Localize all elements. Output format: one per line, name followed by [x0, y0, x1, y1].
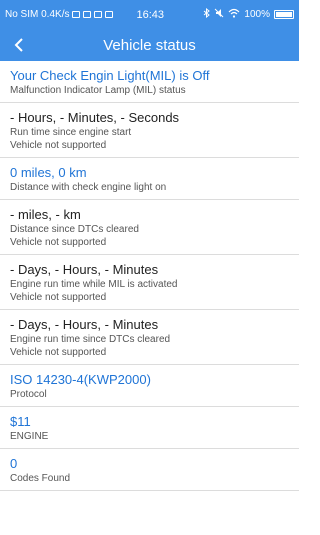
clock: 16:43: [136, 8, 164, 21]
status-description: Protocol: [10, 389, 47, 400]
status-row: 0 Codes Found: [0, 449, 299, 491]
status-description: ENGINE: [10, 431, 49, 442]
app-bar: Vehicle status: [0, 29, 299, 61]
status-description: Distance since DTCs cleared: [10, 224, 139, 235]
status-bar: No SIM 0.4K/s 16:43 100%: [0, 0, 299, 29]
mute-icon: [214, 8, 224, 21]
bluetooth-icon: [203, 7, 211, 21]
notification-icon: [83, 11, 92, 18]
status-description: Engine run time since DTCs cleared: [10, 334, 171, 345]
vehicle-status-list: Your Check Engin Light(MIL) is Off Malfun…: [0, 61, 299, 491]
status-description: Vehicle not supported: [10, 347, 107, 358]
status-value: - Hours, - Minutes, - Seconds: [10, 110, 180, 125]
status-description: Run time since engine start: [10, 127, 132, 138]
wifi-icon: [228, 8, 240, 21]
status-row: - miles, - km Distance since DTCs cleared…: [0, 200, 299, 255]
status-row: 0 miles, 0 km Distance with check engine …: [0, 158, 299, 200]
notification-icon: [72, 11, 81, 18]
status-row: - Hours, - Minutes, - Seconds Run time si…: [0, 103, 299, 158]
status-row: $11 ENGINE: [0, 407, 299, 449]
status-value: Your Check Engin Light(MIL) is Off: [10, 68, 210, 83]
status-description: Vehicle not supported: [10, 237, 107, 248]
status-description: Distance with check engine light on: [10, 182, 167, 193]
status-value: $11: [10, 414, 31, 429]
carrier-text: No SIM 0.4K/s: [5, 9, 70, 20]
status-description: Codes Found: [10, 473, 71, 484]
status-bar-right: 100%: [203, 7, 294, 21]
status-value: - miles, - km: [10, 207, 81, 222]
status-value: - Days, - Hours, - Minutes: [10, 317, 159, 332]
status-value: ISO 14230-4(KWP2000): [10, 372, 151, 387]
battery-percent: 100%: [244, 9, 270, 20]
status-description: Engine run time while MIL is activated: [10, 279, 178, 290]
chevron-left-icon: [14, 38, 23, 52]
status-row: ISO 14230-4(KWP2000) Protocol: [0, 365, 299, 407]
app-notification-icon: [105, 11, 114, 18]
battery-icon: [274, 10, 294, 19]
status-row: - Days, - Hours, - Minutes Engine run tim…: [0, 310, 299, 365]
status-row: - Days, - Hours, - Minutes Engine run tim…: [0, 255, 299, 310]
status-value: - Days, - Hours, - Minutes: [10, 262, 159, 277]
status-description: Vehicle not supported: [10, 292, 107, 303]
status-value: 0: [10, 456, 18, 471]
status-description: Vehicle not supported: [10, 140, 107, 151]
page-title: Vehicle status: [103, 36, 196, 54]
status-bar-left: No SIM 0.4K/s 16:43: [5, 9, 164, 21]
status-description: Malfunction Indicator Lamp (MIL) status: [10, 85, 186, 96]
usb-icon: [94, 11, 103, 18]
back-button[interactable]: [8, 34, 30, 56]
status-value: 0 miles, 0 km: [10, 165, 87, 180]
status-row: Your Check Engin Light(MIL) is Off Malfun…: [0, 61, 299, 103]
